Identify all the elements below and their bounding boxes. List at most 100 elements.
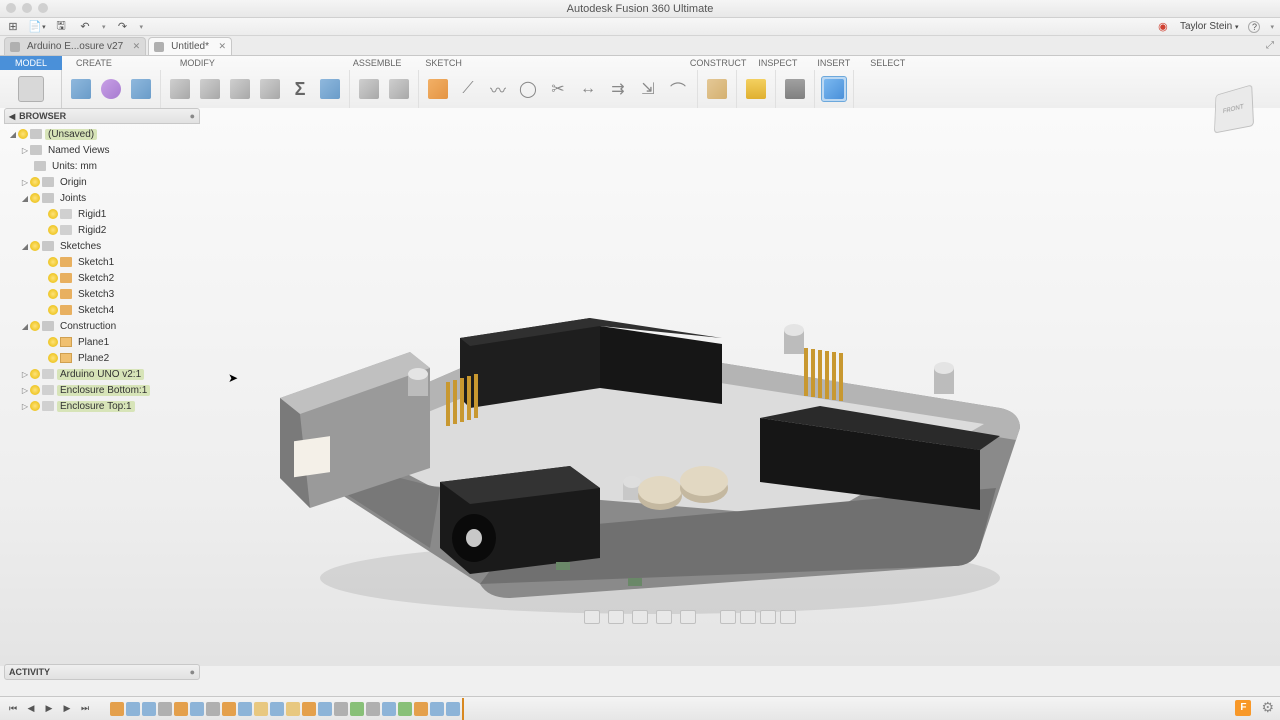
tree-sketch1[interactable]: Sketch1 — [6, 254, 200, 270]
timeline-feature[interactable] — [430, 702, 444, 716]
create-sketch-tool[interactable] — [425, 76, 451, 102]
tree-joints[interactable]: ◢Joints — [6, 190, 200, 206]
tree-enclosure-bottom[interactable]: ▷Enclosure Bottom:1 — [6, 382, 200, 398]
timeline-feature[interactable] — [206, 702, 220, 716]
close-window[interactable] — [6, 3, 16, 13]
undo-caret-icon[interactable]: ▾ — [102, 23, 106, 31]
workspace-switcher[interactable] — [0, 70, 62, 108]
tl-prev[interactable]: ◀ — [24, 702, 38, 716]
pin-icon[interactable]: ● — [190, 667, 195, 677]
viewport[interactable]: ◀ BROWSER ● ◢(Unsaved) ▷Named Views Unit… — [0, 108, 1280, 666]
timeline-feature[interactable] — [350, 702, 364, 716]
tree-arduino[interactable]: ▷Arduino UNO v2:1 — [6, 366, 200, 382]
timeline-feature[interactable] — [142, 702, 156, 716]
record-icon[interactable]: ◉ — [1156, 20, 1170, 34]
tree-enclosure-top[interactable]: ▷Enclosure Top:1 — [6, 398, 200, 414]
timeline-feature[interactable] — [158, 702, 172, 716]
grid-settings-icon[interactable] — [740, 610, 756, 624]
help-caret-icon[interactable]: ▾ — [1270, 23, 1274, 31]
arc-tool[interactable]: ⌒ — [665, 76, 691, 102]
timeline-feature[interactable] — [318, 702, 332, 716]
tree-sketch4[interactable]: Sketch4 — [6, 302, 200, 318]
user-menu[interactable]: Taylor Stein ▾ — [1180, 21, 1239, 32]
activity-panel[interactable]: ACTIVITY ● — [4, 664, 200, 680]
timeline-feature[interactable] — [414, 702, 428, 716]
close-icon[interactable]: ✕ — [218, 41, 226, 52]
fit-icon[interactable] — [680, 610, 696, 624]
viewport-icon[interactable] — [760, 610, 776, 624]
spline-tool[interactable]: 〰 — [485, 76, 511, 102]
redo-caret-icon[interactable]: ▾ — [140, 23, 144, 31]
look-icon[interactable] — [608, 610, 624, 624]
save-icon[interactable]: 🖫 — [54, 20, 68, 34]
tree-root[interactable]: ◢(Unsaved) — [6, 126, 200, 142]
tree-plane2[interactable]: Plane2 — [6, 350, 200, 366]
tree-sketch2[interactable]: Sketch2 — [6, 270, 200, 286]
timeline-feature[interactable] — [302, 702, 316, 716]
file-tab-untitled[interactable]: Untitled* ✕ — [148, 37, 232, 55]
tree-named-views[interactable]: ▷Named Views — [6, 142, 200, 158]
expand-tabs-icon[interactable]: ⤢ — [1266, 40, 1274, 51]
timeline-feature[interactable] — [446, 702, 460, 716]
fillet-tool[interactable] — [197, 76, 223, 102]
timeline-feature[interactable] — [254, 702, 268, 716]
shell-tool[interactable] — [227, 76, 253, 102]
timeline-feature[interactable] — [174, 702, 188, 716]
pan-icon[interactable] — [632, 610, 648, 624]
timeline-feature[interactable] — [398, 702, 412, 716]
redo-icon[interactable]: ↷ — [116, 20, 130, 34]
maximize-window[interactable] — [38, 3, 48, 13]
minimize-window[interactable] — [22, 3, 32, 13]
tl-start[interactable]: ⏮ — [6, 702, 20, 716]
measure-tool[interactable] — [743, 76, 769, 102]
parameters-tool[interactable]: Σ — [287, 76, 313, 102]
tree-origin[interactable]: ▷Origin — [6, 174, 200, 190]
as-built-joint-tool[interactable] — [386, 76, 412, 102]
tree-plane1[interactable]: Plane1 — [6, 334, 200, 350]
close-icon[interactable]: ✕ — [133, 41, 141, 52]
workspace-label[interactable]: MODEL — [0, 56, 62, 70]
browser-header[interactable]: ◀ BROWSER ● — [4, 108, 200, 124]
tree-rigid1[interactable]: Rigid1 — [6, 206, 200, 222]
fusion-logo-icon[interactable]: F — [1235, 700, 1251, 716]
grid-icon[interactable]: ⊞ — [6, 20, 20, 34]
select-tool[interactable] — [821, 76, 847, 102]
align-tool[interactable] — [317, 76, 343, 102]
dimension-tool[interactable]: ↔ — [575, 76, 601, 102]
circle-tool[interactable]: ◯ — [515, 76, 541, 102]
gear-icon[interactable]: ⚙ — [1261, 699, 1274, 716]
timeline-feature[interactable] — [382, 702, 396, 716]
viewcube-face[interactable]: FRONT — [1214, 84, 1254, 133]
viewports-icon[interactable] — [780, 610, 796, 624]
offset-tool[interactable]: ⇉ — [605, 76, 631, 102]
viewcube[interactable]: FRONT — [1204, 80, 1262, 138]
timeline-feature[interactable] — [366, 702, 380, 716]
insert-tool[interactable] — [782, 76, 808, 102]
sphere-tool[interactable] — [98, 76, 124, 102]
display-settings-icon[interactable] — [720, 610, 736, 624]
tl-next[interactable]: ▶ — [60, 702, 74, 716]
file-menu[interactable]: 📄▾ — [30, 20, 44, 34]
tree-construction[interactable]: ◢Construction — [6, 318, 200, 334]
tree-units[interactable]: Units: mm — [6, 158, 200, 174]
orbit-icon[interactable] — [584, 610, 600, 624]
create-form-tool[interactable] — [128, 76, 154, 102]
zoom-icon[interactable] — [656, 610, 672, 624]
model-3d[interactable] — [260, 218, 1030, 618]
pin-icon[interactable]: ● — [190, 111, 195, 121]
undo-icon[interactable]: ↶ — [78, 20, 92, 34]
timeline-feature[interactable] — [126, 702, 140, 716]
tl-end[interactable]: ⏭ — [78, 702, 92, 716]
timeline-feature[interactable] — [286, 702, 300, 716]
timeline-feature[interactable] — [334, 702, 348, 716]
timeline-feature[interactable] — [190, 702, 204, 716]
timeline-feature[interactable] — [222, 702, 236, 716]
press-pull-tool[interactable] — [167, 76, 193, 102]
help-icon[interactable]: ? — [1248, 21, 1260, 33]
tree-sketch3[interactable]: Sketch3 — [6, 286, 200, 302]
tl-play[interactable]: ▶ — [42, 702, 56, 716]
tree-rigid2[interactable]: Rigid2 — [6, 222, 200, 238]
joint-tool[interactable] — [356, 76, 382, 102]
timeline-feature[interactable] — [110, 702, 124, 716]
plane-tool[interactable] — [704, 76, 730, 102]
